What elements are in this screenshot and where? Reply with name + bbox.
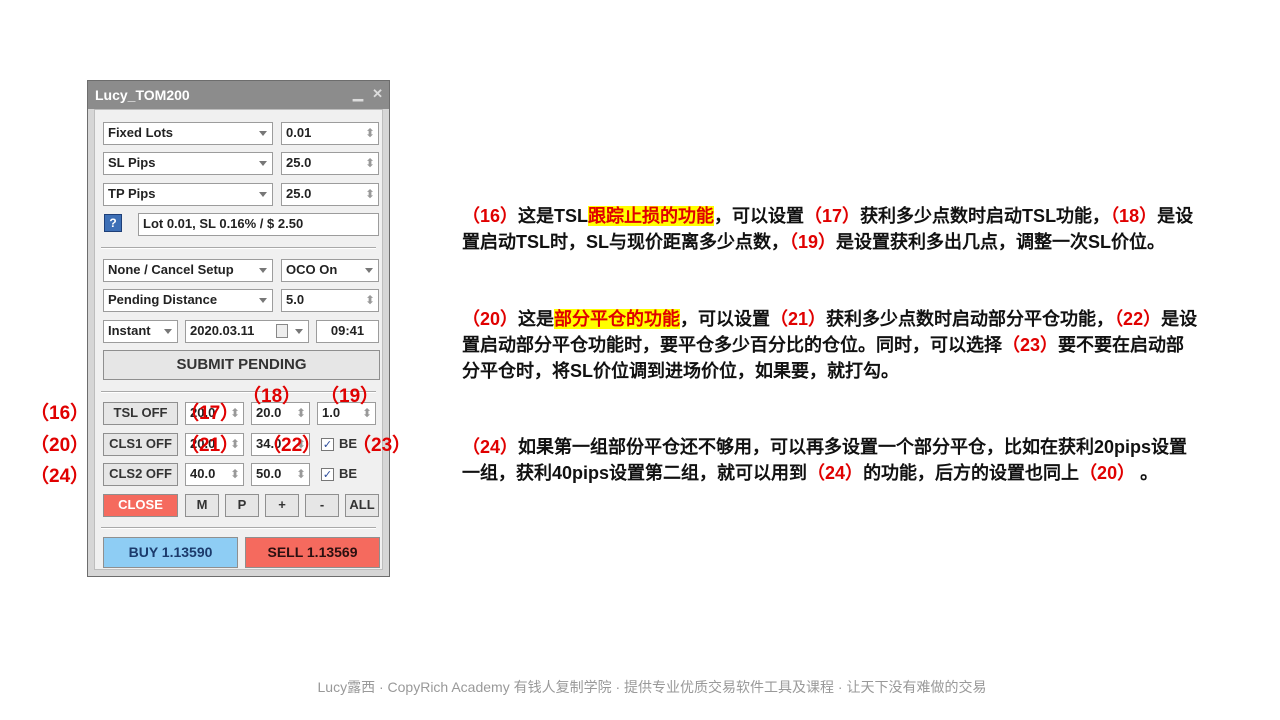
lot-value-input[interactable]: 0.01 [281, 122, 379, 145]
pending-setup-select[interactable]: None / Cancel Setup [103, 259, 273, 282]
text-span: ，可以设置 [680, 309, 771, 329]
m-button[interactable]: M [185, 494, 219, 517]
paragraph-partial-close: （20）这是部分平仓的功能，可以设置（21）获利多少点数时启动部分平仓功能，（2… [462, 306, 1202, 384]
sl-value-input[interactable]: 25.0 [281, 152, 379, 175]
lot-info-display: Lot 0.01, SL 0.16% / $ 2.50 [138, 213, 379, 236]
annotation-19: （19） [320, 386, 380, 407]
window-titlebar[interactable]: Lucy_TOM200 ▁ ✕ [88, 81, 389, 109]
sl-type-select[interactable]: SL Pips [103, 152, 273, 175]
date-value: 2020.03.11 [190, 323, 255, 338]
ref-24: （24） [807, 463, 864, 483]
text-span: 是设置获利多出几点，调整一次SL价位。 [836, 232, 1166, 252]
highlight-partial-close-feature: 部分平仓的功能 [554, 309, 681, 329]
pending-distance-select[interactable]: Pending Distance [103, 289, 273, 312]
panel-body: Fixed Lots 0.01 SL Pips 25.0 TP Pips 25.… [94, 109, 383, 570]
p-button[interactable]: P [225, 494, 259, 517]
calendar-icon[interactable] [276, 324, 288, 338]
sell-button[interactable]: SELL 1.13569 [245, 537, 380, 568]
ref-16: （16） [462, 206, 519, 226]
ref-21: （21） [770, 309, 827, 329]
tp-type-select[interactable]: TP Pips [103, 183, 273, 206]
ref-17: （17） [804, 206, 861, 226]
order-time-select[interactable]: Instant [103, 320, 178, 343]
text-span: ，可以设置 [714, 206, 805, 226]
cls2-be-checkbox[interactable]: ✓ [321, 468, 334, 481]
close-orders-button[interactable]: CLOSE [103, 494, 178, 517]
cls2-be-label: BE [339, 466, 358, 481]
text-span: 这是 [518, 309, 555, 329]
minimize-icon[interactable]: ▁ [353, 81, 363, 107]
text-span: 获利多少点数时启动部分平仓功能， [826, 309, 1115, 329]
annotation-18: （18） [242, 386, 302, 407]
annotation-17: （17） [180, 403, 240, 424]
minus-button[interactable]: - [305, 494, 339, 517]
ref-22: （22） [1114, 309, 1162, 329]
cls2-percent-input[interactable]: 50.0 [251, 463, 310, 486]
tp-value-input[interactable]: 25.0 [281, 183, 379, 206]
annotation-24: （24） [30, 466, 90, 487]
lot-type-select[interactable]: Fixed Lots [103, 122, 273, 145]
paragraph-tsl: （16）这是TSL跟踪止损的功能，可以设置（17）获利多少点数时启动TSL功能，… [462, 203, 1202, 255]
divider [101, 247, 376, 249]
all-button[interactable]: ALL [345, 494, 379, 517]
oco-select[interactable]: OCO On [281, 259, 379, 282]
divider [101, 527, 376, 529]
text-span: 的功能，后方的设置也同上 [863, 463, 1080, 483]
text-span: 。 [1135, 463, 1159, 483]
submit-pending-button[interactable]: SUBMIT PENDING [103, 350, 380, 380]
buy-button[interactable]: BUY 1.13590 [103, 537, 238, 568]
window-title: Lucy_TOM200 [95, 87, 190, 103]
cls2-start-input[interactable]: 40.0 [185, 463, 244, 486]
annotation-20: （20） [30, 435, 90, 456]
annotation-16: （16） [30, 403, 90, 424]
ref-24: （24） [462, 437, 519, 457]
annotation-22: （22） [262, 435, 322, 456]
date-picker[interactable]: 2020.03.11 [185, 320, 309, 343]
trade-panel-window: Lucy_TOM200 ▁ ✕ Fixed Lots 0.01 SL Pips … [87, 80, 390, 577]
annotation-21: （21） [180, 435, 240, 456]
highlight-tsl-feature: 跟踪止损的功能 [588, 206, 715, 226]
ref-19: （19） [789, 232, 837, 252]
plus-button[interactable]: + [265, 494, 299, 517]
text-span: 获利多少点数时启动TSL功能， [860, 206, 1111, 226]
text-span: 这是TSL [518, 206, 589, 226]
ref-20: （20） [462, 309, 519, 329]
paragraph-second-partial-close: （24）如果第一组部份平仓还不够用，可以再多设置一个部分平仓，比如在获利20pi… [462, 434, 1202, 486]
footer-credit: Lucy露西 · CopyRich Academy 有钱人复制学院 · 提供专业… [317, 679, 987, 695]
cls2-toggle-button[interactable]: CLS2 OFF [103, 463, 178, 486]
ref-23: （23） [1002, 335, 1059, 355]
cls1-toggle-button[interactable]: CLS1 OFF [103, 433, 178, 456]
help-icon[interactable]: ? [104, 214, 122, 232]
time-input[interactable]: 09:41 [316, 320, 379, 343]
pending-distance-input[interactable]: 5.0 [281, 289, 379, 312]
tsl-toggle-button[interactable]: TSL OFF [103, 402, 178, 425]
ref-18: （18） [1110, 206, 1158, 226]
annotation-23: （23） [352, 435, 412, 456]
close-window-icon[interactable]: ✕ [372, 81, 383, 107]
cls1-be-checkbox[interactable]: ✓ [321, 438, 334, 451]
ref-20: （20） [1079, 463, 1136, 483]
